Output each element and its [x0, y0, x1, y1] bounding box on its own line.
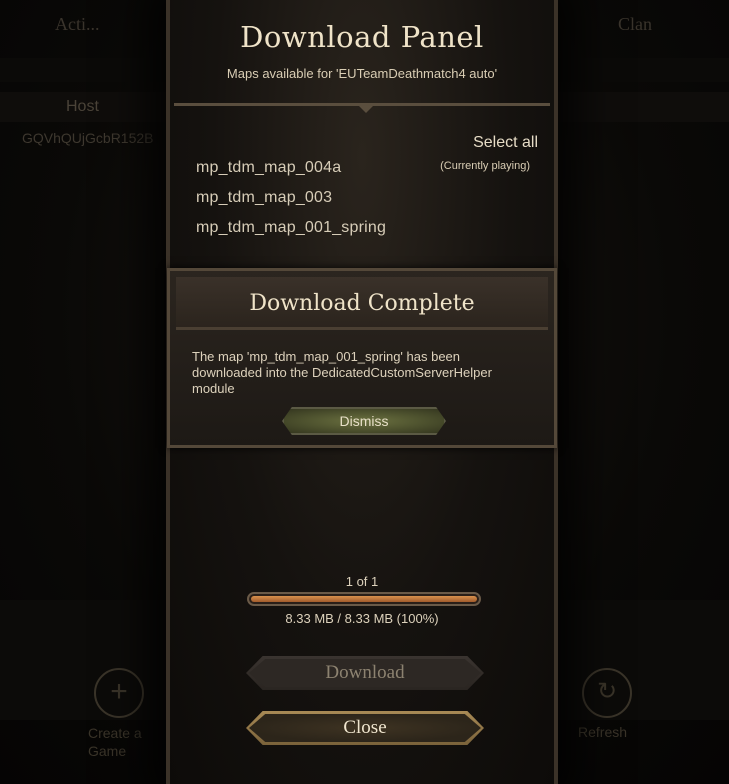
currently-playing-tag: (Currently playing) — [440, 160, 530, 172]
popup-title: Download Complete — [249, 291, 475, 316]
progress-size: 8.33 MB / 8.33 MB (100%) — [285, 611, 439, 626]
select-all-button[interactable]: Select all — [473, 134, 538, 152]
download-button[interactable]: Download — [246, 656, 484, 690]
popup-header: Download Complete — [176, 277, 548, 330]
background-header-left: Acti... — [55, 14, 100, 34]
panel-title: Download Panel — [240, 20, 484, 54]
map-list-item[interactable]: mp_tdm_map_003 — [196, 186, 386, 216]
dismiss-button[interactable]: Dismiss — [282, 407, 446, 435]
create-game-label: Create a Game — [88, 725, 142, 759]
download-button-label: Download — [325, 662, 405, 683]
background-header-right: Clan — [618, 14, 652, 34]
progress-bar-fill — [251, 596, 477, 602]
divider-arrow-icon — [356, 103, 376, 113]
panel-subtitle: Maps available for 'EUTeamDeathmatch4 au… — [226, 66, 498, 81]
map-list: mp_tdm_map_004a mp_tdm_map_003 mp_tdm_ma… — [196, 156, 386, 246]
progress-bar — [247, 592, 481, 606]
background-host-label: Host — [66, 98, 99, 115]
map-list-item[interactable]: mp_tdm_map_001_spring — [196, 216, 386, 246]
create-game-icon: + — [94, 668, 144, 718]
refresh-label: Refresh — [578, 724, 628, 740]
map-list-item[interactable]: mp_tdm_map_004a — [196, 156, 386, 186]
close-button[interactable]: Close — [246, 711, 484, 745]
popup-message: The map 'mp_tdm_map_001_spring' has been… — [192, 349, 492, 396]
refresh-icon: ↻ — [582, 668, 632, 718]
progress-count: 1 of 1 — [345, 574, 379, 589]
close-button-label: Close — [343, 717, 387, 738]
download-complete-popup: Download Complete The map 'mp_tdm_map_00… — [167, 268, 557, 448]
background-host-value: GQVhQUjGcbR152B — [22, 130, 154, 146]
